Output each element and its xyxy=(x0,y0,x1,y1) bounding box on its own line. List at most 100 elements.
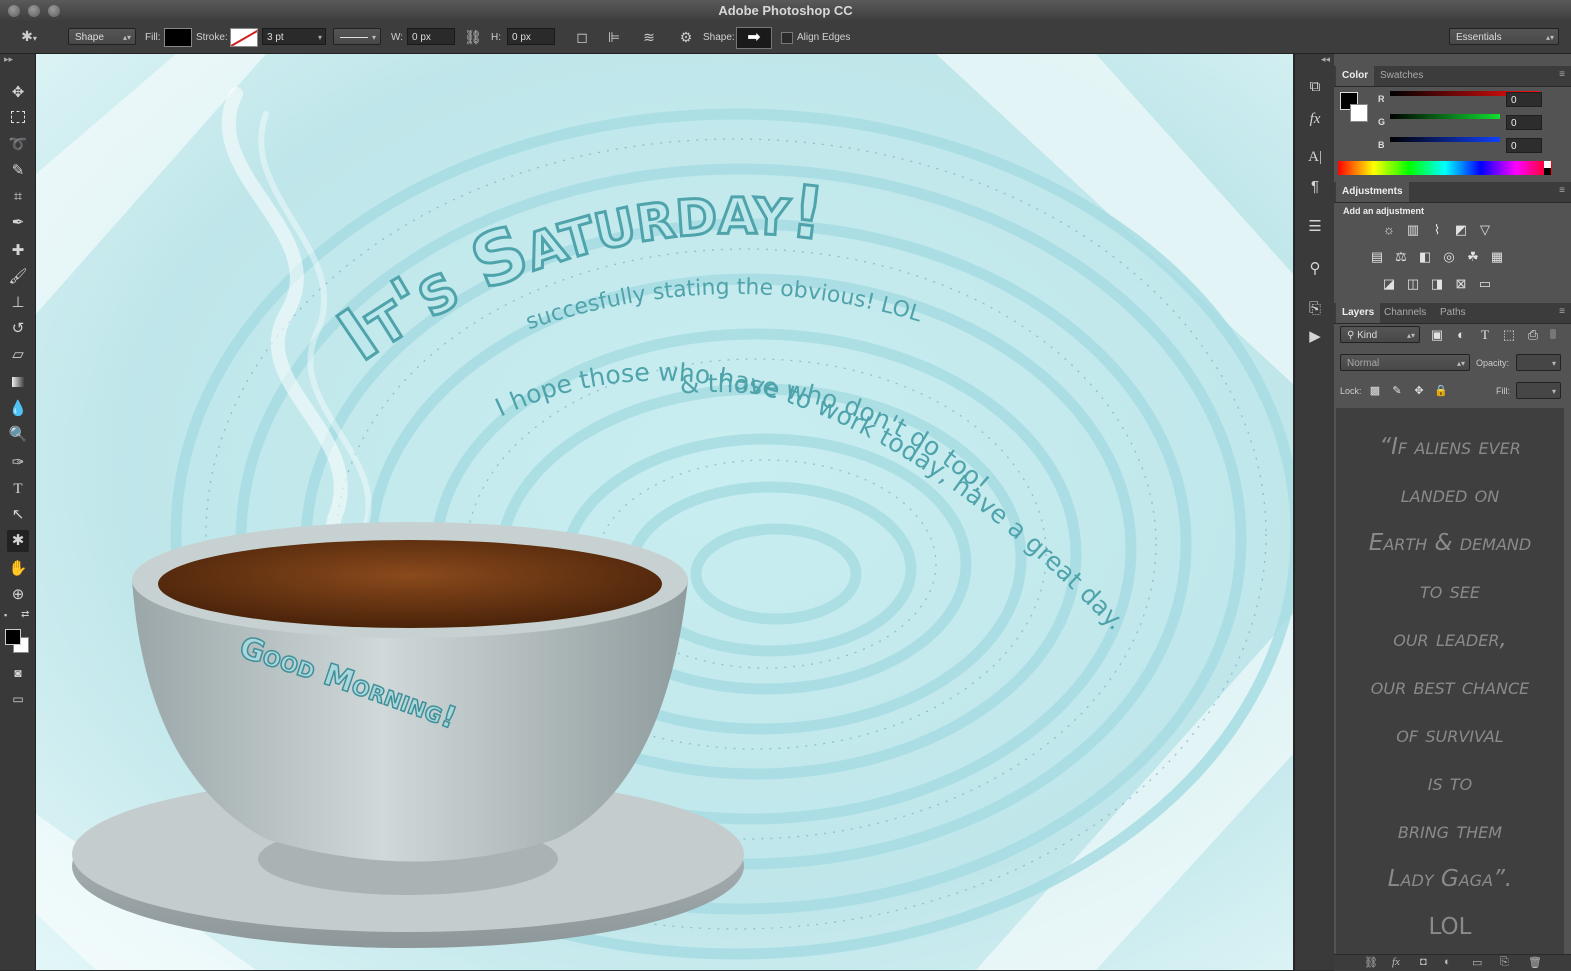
character-icon[interactable]: A| xyxy=(1304,146,1326,168)
new-adjustment-layer-icon[interactable]: ◐ xyxy=(1444,956,1451,968)
color-lookup-icon[interactable]: ▦ xyxy=(1488,249,1506,265)
vibrance-icon[interactable]: ▽ xyxy=(1476,222,1494,238)
link-layers-icon[interactable]: ⛓ xyxy=(1364,956,1378,969)
opacity-field[interactable]: ▾ xyxy=(1516,354,1561,371)
eraser-tool-icon[interactable]: ▱ xyxy=(7,344,29,366)
filter-type-icon[interactable]: T xyxy=(1476,327,1494,343)
path-operations-icon[interactable]: ◻ xyxy=(573,28,591,46)
type-tool-icon[interactable]: T xyxy=(7,478,29,500)
gradient-tool-icon[interactable] xyxy=(7,372,29,394)
fill-field[interactable]: ▾ xyxy=(1516,382,1561,399)
levels-icon[interactable]: ▥ xyxy=(1404,222,1422,238)
threshold-icon[interactable]: ◨ xyxy=(1428,276,1446,292)
gradient-map-icon[interactable]: ▭ xyxy=(1476,276,1494,292)
panel-menu-icon[interactable]: ≡ xyxy=(1559,69,1565,80)
link-icon[interactable]: ⛓ xyxy=(464,28,482,46)
brush-presets-icon[interactable]: ⚲ xyxy=(1304,258,1326,280)
path-arrangement-icon[interactable]: ≋ xyxy=(640,28,658,46)
lock-image-icon[interactable]: ✎ xyxy=(1388,383,1406,399)
width-field[interactable]: 0 px xyxy=(407,28,455,45)
default-colors-icon[interactable]: ▪ xyxy=(4,610,7,620)
3d-icon[interactable]: ⧉ xyxy=(1304,76,1326,98)
layer-style-fx-icon[interactable]: fx xyxy=(1392,956,1400,968)
tab-color[interactable]: Color xyxy=(1336,66,1375,86)
curves-icon[interactable]: ⌇ xyxy=(1428,222,1446,238)
quick-selection-tool-icon[interactable]: ✎ xyxy=(7,160,29,182)
styles-fx-icon[interactable]: fx xyxy=(1304,108,1326,130)
lock-transparent-icon[interactable]: ▩ xyxy=(1366,383,1384,399)
actions-play-icon[interactable]: ▶ xyxy=(1304,326,1326,348)
selective-color-icon[interactable]: ⊠ xyxy=(1452,276,1470,292)
pen-tool-icon[interactable]: ✑ xyxy=(7,452,29,474)
blur-tool-icon[interactable]: 💧 xyxy=(7,398,29,420)
b-value[interactable]: 0 xyxy=(1506,138,1542,153)
filter-shape-icon[interactable]: ⬚ xyxy=(1500,327,1518,343)
dodge-tool-icon[interactable]: 🔍 xyxy=(7,424,29,446)
new-layer-icon[interactable]: ⎘ xyxy=(1500,956,1509,969)
stroke-swatch[interactable] xyxy=(230,28,258,47)
zoom-tool-icon[interactable]: ⊕ xyxy=(7,584,29,606)
channel-mixer-icon[interactable]: ☘ xyxy=(1464,249,1482,265)
properties-icon[interactable]: ☰ xyxy=(1304,216,1326,238)
align-edges-checkbox[interactable] xyxy=(781,32,793,44)
toolbar-collapse-icon[interactable]: ▸▸ xyxy=(4,54,13,65)
g-slider[interactable] xyxy=(1390,114,1500,119)
exposure-icon[interactable]: ◩ xyxy=(1452,222,1470,238)
r-value[interactable]: 0 xyxy=(1506,92,1542,107)
brush-tool-icon[interactable]: 🖌 xyxy=(7,266,29,288)
swap-colors-icon[interactable]: ⇄ xyxy=(21,609,29,620)
clone-stamp-tool-icon[interactable]: ⊥ xyxy=(7,292,29,314)
filter-adjustment-icon[interactable]: ◐ xyxy=(1452,327,1470,343)
marquee-tool-icon[interactable] xyxy=(7,108,29,130)
crop-tool-icon[interactable]: ⌗ xyxy=(7,186,29,208)
lock-all-icon[interactable]: 🔒 xyxy=(1432,383,1450,399)
tab-paths[interactable]: Paths xyxy=(1434,303,1472,323)
history-icon[interactable]: ⎘ xyxy=(1304,298,1326,320)
fill-swatch[interactable] xyxy=(164,28,192,47)
photo-filter-icon[interactable]: ◎ xyxy=(1440,249,1458,265)
brightness-contrast-icon[interactable]: ☼ xyxy=(1380,222,1398,238)
stroke-width-field[interactable]: 3 pt ▾ xyxy=(262,28,326,45)
filter-pixel-icon[interactable]: ▣ xyxy=(1428,327,1446,343)
filter-toggle[interactable] xyxy=(1550,329,1556,339)
tab-layers[interactable]: Layers xyxy=(1336,303,1381,323)
gear-icon[interactable]: ⚙ xyxy=(677,28,695,46)
workspace-dropdown[interactable]: Essentials ▴▾ xyxy=(1449,28,1559,45)
layers-list[interactable]: “If aliens ever landed on Earth & demand… xyxy=(1336,408,1564,954)
shape-picker-arrow-icon[interactable]: ➡ xyxy=(736,27,772,49)
tool-preset-picker[interactable]: ✱▾ xyxy=(20,27,38,45)
height-field[interactable]: 0 px xyxy=(507,28,555,45)
color-balance-icon[interactable]: ⚖ xyxy=(1392,249,1410,265)
blend-mode-dropdown[interactable]: Normal ▴▾ xyxy=(1340,354,1470,371)
healing-brush-tool-icon[interactable]: ✚ xyxy=(7,240,29,262)
path-selection-tool-icon[interactable]: ↖ xyxy=(7,504,29,526)
hand-tool-icon[interactable]: ✋ xyxy=(7,558,29,580)
tab-adjustments[interactable]: Adjustments xyxy=(1336,182,1409,202)
g-value[interactable]: 0 xyxy=(1506,115,1542,130)
history-brush-tool-icon[interactable]: ↺ xyxy=(7,318,29,340)
screen-mode-icon[interactable]: ▭ xyxy=(7,688,29,710)
path-alignment-icon[interactable]: ⊫ xyxy=(605,28,623,46)
filter-smart-object-icon[interactable]: ⎙ xyxy=(1524,327,1542,343)
posterize-icon[interactable]: ◫ xyxy=(1404,276,1422,292)
add-mask-icon[interactable]: ◘ xyxy=(1420,956,1427,968)
custom-shape-tool-icon[interactable]: ✱ xyxy=(7,530,29,552)
move-tool-icon[interactable]: ✥ xyxy=(7,82,29,104)
quick-mask-icon[interactable]: ◙ xyxy=(7,662,29,684)
foreground-color-swatch[interactable] xyxy=(5,629,21,645)
stroke-type-dropdown[interactable]: ▾ xyxy=(333,28,381,45)
tab-channels[interactable]: Channels xyxy=(1378,303,1432,323)
lasso-tool-icon[interactable]: ➰ xyxy=(7,134,29,156)
invert-icon[interactable]: ◪ xyxy=(1380,276,1398,292)
b-slider[interactable] xyxy=(1390,137,1500,142)
black-white-icon[interactable]: ◧ xyxy=(1416,249,1434,265)
document-canvas[interactable]: It's Saturday! succesfully stating the o… xyxy=(36,54,1293,970)
layer-filter-dropdown[interactable]: ⚲ Kind ▴▾ xyxy=(1340,326,1420,343)
dock-collapse-icon[interactable]: ◂◂ xyxy=(1321,54,1330,65)
background-color-chip[interactable] xyxy=(1350,104,1368,122)
lock-position-icon[interactable]: ✥ xyxy=(1410,383,1428,399)
hue-saturation-icon[interactable]: ▤ xyxy=(1368,249,1386,265)
mode-dropdown[interactable]: Shape ▴▾ xyxy=(68,28,136,45)
delete-layer-icon[interactable]: 🗑 xyxy=(1528,956,1542,969)
eyedropper-tool-icon[interactable]: ✒ xyxy=(7,212,29,234)
